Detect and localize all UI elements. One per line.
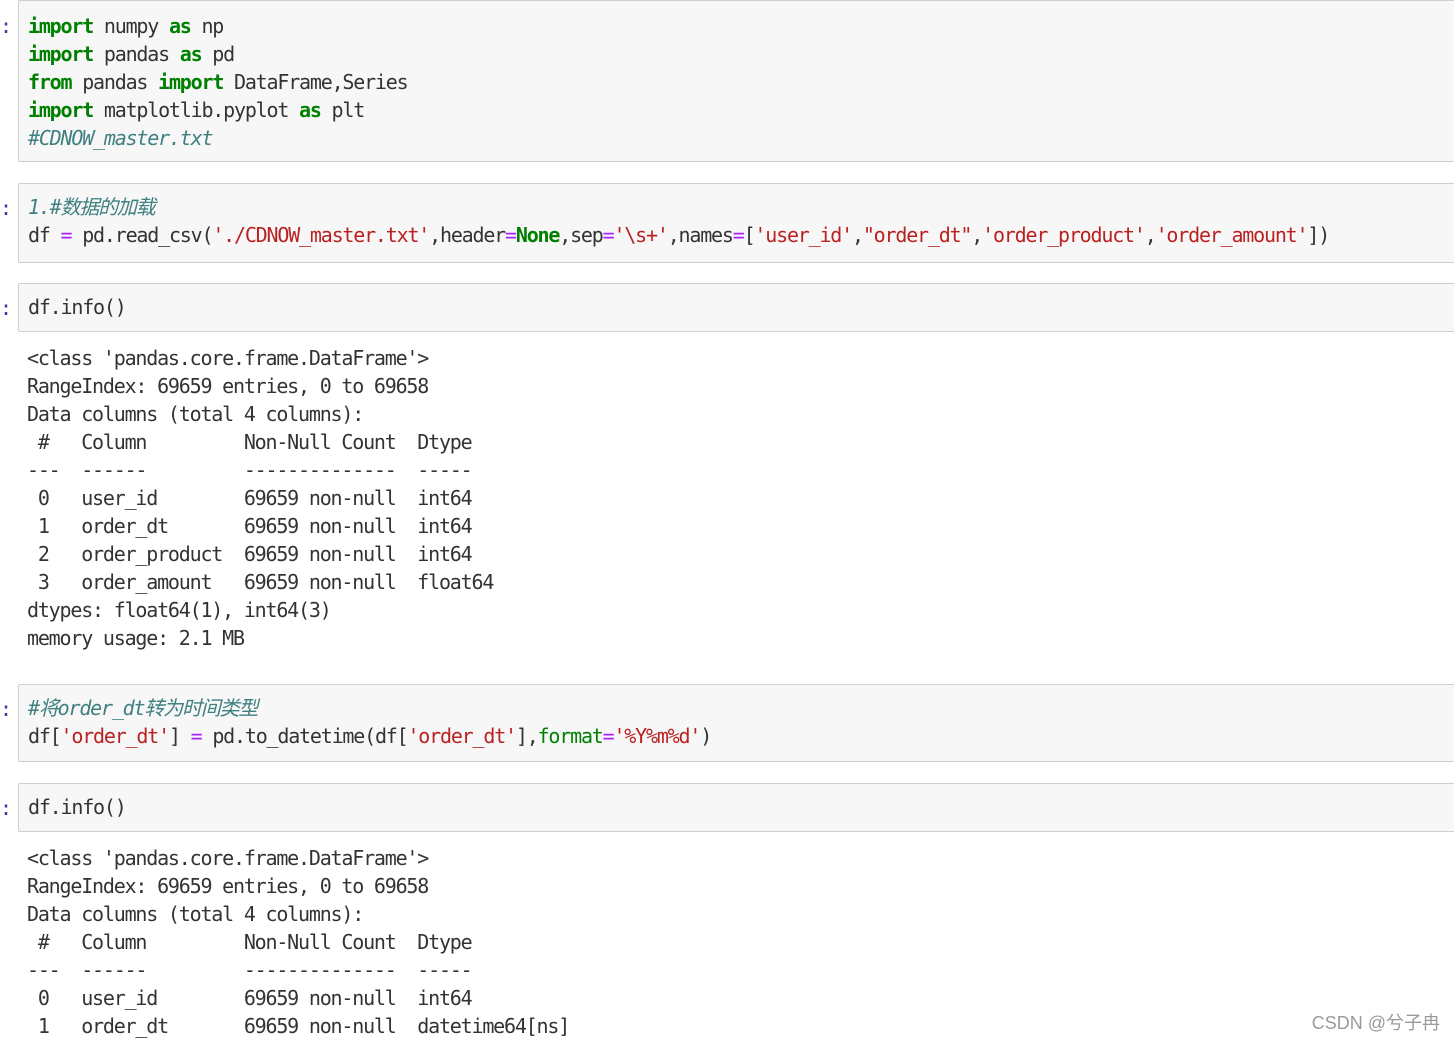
cell-3-output: <class 'pandas.core.frame.DataFrame'> Ra… <box>27 346 494 650</box>
cell-5-code[interactable]: df.info() <box>19 793 1454 821</box>
notebook: : import numpy as np import pandas as pd… <box>0 0 1454 1041</box>
watermark: CSDN @兮子冉 <box>1311 1013 1440 1033</box>
code-line-4: import matplotlib.pyplot as plt <box>28 98 365 122</box>
code-comment: #将order_dt转为时间类型 <box>28 696 258 720</box>
cell-4-input[interactable]: #将order_dt转为时间类型 df['order_dt'] = pd.to_… <box>18 684 1454 762</box>
cell-4-prompt: : <box>0 697 13 721</box>
cell-5-prompt: : <box>0 796 13 820</box>
cell-2-input[interactable]: 1.#数据的加载 df = pd.read_csv('./CDNOW_maste… <box>18 183 1454 263</box>
code-line-3: from pandas import DataFrame,Series <box>28 70 409 94</box>
cell-2-prompt: : <box>0 196 13 220</box>
code-line-2: df = pd.read_csv('./CDNOW_master.txt',he… <box>28 223 1330 247</box>
cell-3-input[interactable]: df.info() <box>18 283 1454 332</box>
code-line-2: df['order_dt'] = pd.to_datetime(df['orde… <box>28 724 712 748</box>
cell-2-code[interactable]: 1.#数据的加载 df = pd.read_csv('./CDNOW_maste… <box>19 193 1454 249</box>
cell-3-code[interactable]: df.info() <box>19 293 1454 321</box>
code-line-2: import pandas as pd <box>28 42 235 66</box>
code-comment: #CDNOW_master.txt <box>28 126 214 150</box>
cell-1-code[interactable]: import numpy as np import pandas as pd f… <box>19 12 1454 152</box>
cell-1-prompt: : <box>0 14 13 38</box>
cell-1-input[interactable]: import numpy as np import pandas as pd f… <box>18 0 1454 162</box>
cell-4-code[interactable]: #将order_dt转为时间类型 df['order_dt'] = pd.to_… <box>19 694 1454 750</box>
cell-5-output: <class 'pandas.core.frame.DataFrame'> Ra… <box>27 846 570 1038</box>
code-line-1: 1.#数据的加载 <box>28 195 156 219</box>
cell-3-prompt: : <box>0 296 13 320</box>
cell-5-input[interactable]: df.info() <box>18 783 1454 832</box>
code-line-1: import numpy as np <box>28 14 224 38</box>
